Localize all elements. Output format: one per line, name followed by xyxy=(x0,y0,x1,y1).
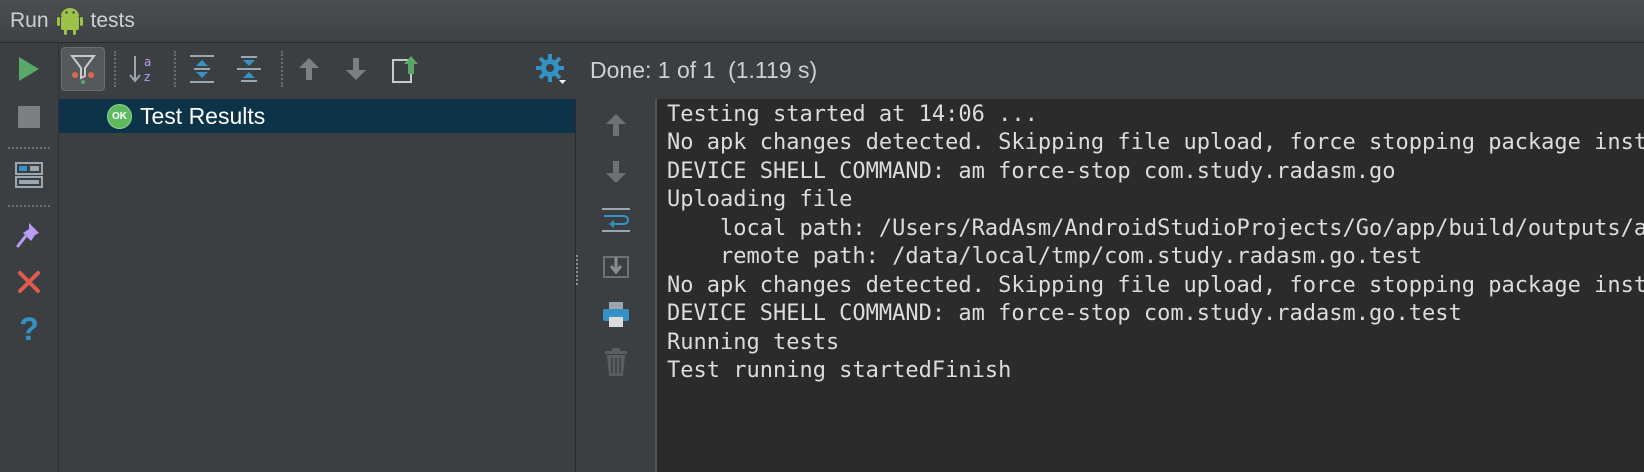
run-label: Run xyxy=(10,9,49,32)
play-icon xyxy=(19,57,39,81)
tree-node-test-results[interactable]: OK Test Results xyxy=(59,99,575,133)
expand-all-button[interactable] xyxy=(180,47,224,91)
help-icon: ? xyxy=(19,310,39,347)
settings-button[interactable] xyxy=(529,47,573,91)
scroll-to-end-button[interactable] xyxy=(596,247,636,287)
sort-az-icon: a z xyxy=(129,55,151,84)
collapse-all-icon xyxy=(237,56,261,82)
arrow-up-icon xyxy=(299,58,319,80)
wrap-icon xyxy=(602,208,630,232)
toolbar-separator xyxy=(8,147,50,149)
close-button[interactable] xyxy=(8,262,50,302)
stop-button[interactable] xyxy=(8,97,50,137)
export-results-button[interactable] xyxy=(383,47,427,91)
pin-button[interactable] xyxy=(8,215,50,255)
expand-all-icon xyxy=(190,55,214,83)
pin-icon xyxy=(16,223,39,248)
toolbar-separator xyxy=(114,51,116,87)
collapse-all-button[interactable] xyxy=(227,47,271,91)
scroll-end-icon xyxy=(603,256,629,278)
soft-wrap-button[interactable] xyxy=(596,200,636,240)
rerun-button[interactable] xyxy=(8,49,50,89)
run-tool-window-header: Run tests xyxy=(0,0,1644,43)
console-line: local path: /Users/RadAsm/AndroidStudioP… xyxy=(719,216,1644,241)
console-line: Uploading file xyxy=(667,187,853,212)
console-line: No apk changes detected. Skipping file u… xyxy=(667,273,1644,298)
run-actions-toolbar: ? xyxy=(0,43,59,472)
console-line: Running tests xyxy=(667,330,840,355)
scroll-down-button[interactable] xyxy=(596,152,636,192)
console-line: No apk changes detected. Skipping file u… xyxy=(667,130,1644,155)
previous-failed-button[interactable] xyxy=(287,47,331,91)
scroll-up-button[interactable] xyxy=(596,105,636,145)
console-line: Testing started at 14:06 ... xyxy=(667,102,1038,127)
toolbar-separator xyxy=(8,205,50,207)
stop-icon xyxy=(18,106,40,128)
tree-node-label: Test Results xyxy=(140,102,266,129)
console-actions-toolbar xyxy=(588,99,644,472)
gear-icon xyxy=(536,54,566,84)
export-icon xyxy=(392,56,418,83)
sort-alpha-button[interactable]: a z xyxy=(121,47,165,91)
trash-icon xyxy=(605,348,627,376)
filter-icon xyxy=(70,55,96,84)
arrow-down-icon xyxy=(346,58,366,80)
close-icon xyxy=(18,271,40,293)
console-line: remote path: /data/local/tmp/com.study.r… xyxy=(667,244,1422,269)
print-button[interactable] xyxy=(596,295,636,335)
android-icon xyxy=(56,6,83,36)
layout-icon xyxy=(15,162,43,188)
help-button[interactable]: ? xyxy=(8,309,50,349)
print-icon xyxy=(603,302,629,327)
test-results-tree[interactable]: OK Test Results xyxy=(59,99,576,472)
svg-text:a: a xyxy=(144,55,151,69)
next-failed-button[interactable] xyxy=(334,47,378,91)
console-line: DEVICE SHELL COMMAND: am force-stop com.… xyxy=(667,159,1396,184)
toolbar-separator xyxy=(174,51,176,87)
arrow-up-icon xyxy=(606,114,626,136)
console-line: DEVICE SHELL COMMAND: am force-stop com.… xyxy=(667,301,1462,326)
run-config-name[interactable]: tests xyxy=(91,9,135,33)
console-line: Test running startedFinish xyxy=(667,358,1012,383)
panel-splitter-handle[interactable] xyxy=(576,255,586,285)
test-status-text: Done: 1 of 1 (1.119 s) xyxy=(590,57,818,83)
test-runner-toolbar: a z Done: 1 of 1 (1.119 s) xyxy=(59,43,1644,99)
svg-text:z: z xyxy=(144,70,150,84)
clear-all-button[interactable] xyxy=(596,342,636,382)
console-output[interactable]: Testing started at 14:06 ... No apk chan… xyxy=(655,99,1644,472)
ok-status-icon: OK xyxy=(107,103,132,129)
restore-layout-button[interactable] xyxy=(8,155,50,195)
toolbar-separator xyxy=(281,51,283,87)
show-passed-toggle[interactable] xyxy=(61,47,105,91)
arrow-down-icon xyxy=(606,161,626,183)
